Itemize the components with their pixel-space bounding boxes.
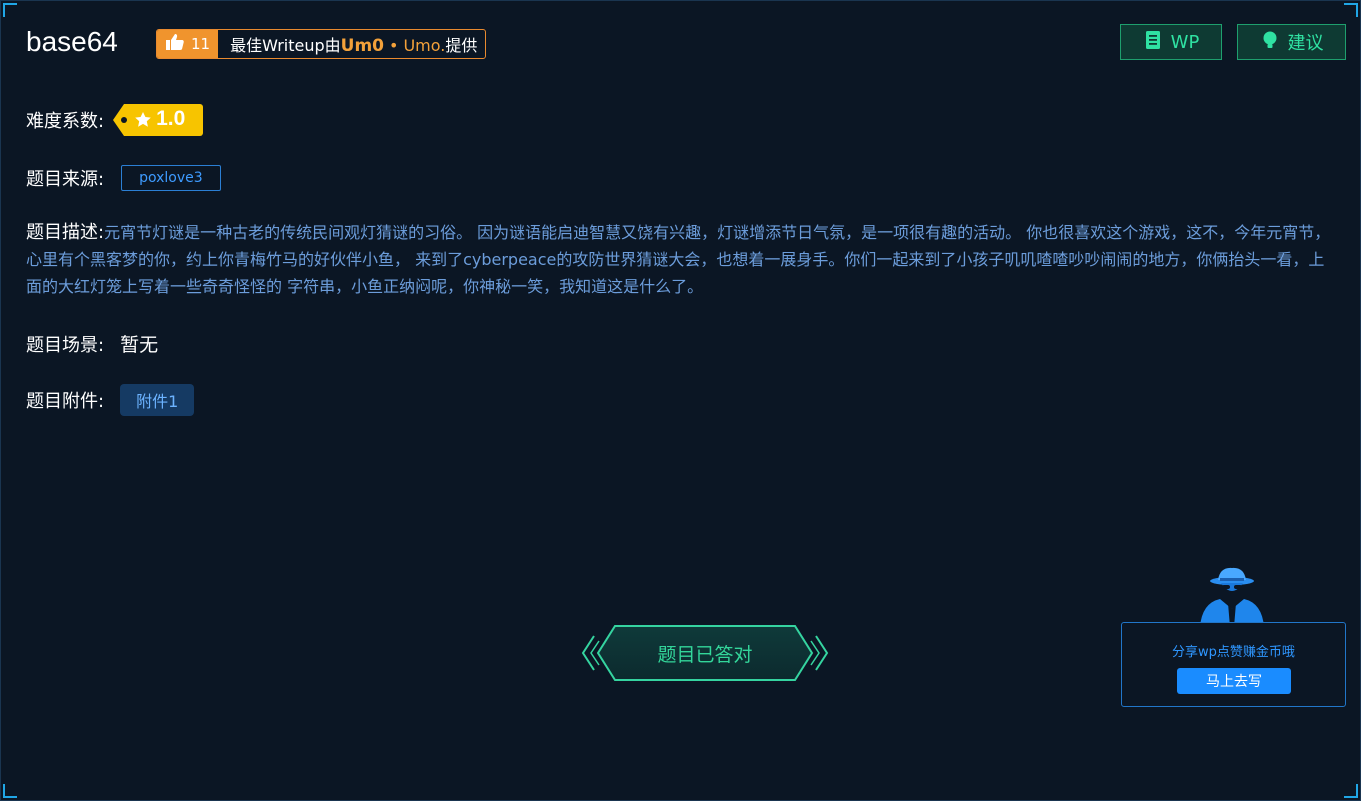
like-counter[interactable]: 11 — [157, 30, 219, 58]
advice-button[interactable]: 建议 — [1237, 24, 1346, 60]
frame-corner — [1344, 3, 1358, 17]
separator-dot: • — [389, 36, 399, 55]
writeup-suffix: 提供 — [445, 36, 478, 55]
like-count: 11 — [191, 35, 211, 53]
source-tag[interactable]: poxlove3 — [121, 165, 221, 191]
solved-status-button[interactable]: 题目已答对 — [580, 623, 830, 683]
document-icon — [1143, 30, 1163, 55]
frame-corner — [3, 3, 17, 17]
hacker-avatar-icon — [1194, 565, 1270, 627]
difficulty-badge: 1.0 — [112, 103, 204, 137]
difficulty-value: 1.0 — [156, 107, 186, 130]
advice-button-label: 建议 — [1287, 33, 1324, 54]
frame-corner — [3, 784, 17, 798]
scene-label: 题目场景: — [26, 334, 105, 356]
scene-row: 题目场景: 暂无 — [26, 330, 158, 357]
description-block: 题目描述:元宵节灯谜是一种古老的传统民间观灯猜谜的习俗。 因为谜语能启迪智慧又饶… — [26, 219, 1336, 300]
share-text: 分享wp点赞赚金币哦 — [1172, 645, 1295, 660]
source-label: 题目来源: — [26, 169, 105, 190]
attachment-row: 题目附件: 附件1 — [26, 384, 195, 416]
writeup-author-team[interactable]: Umo. — [403, 36, 445, 55]
wp-button[interactable]: WP — [1120, 24, 1222, 60]
frame-corner — [1344, 784, 1358, 798]
attachment-button[interactable]: 附件1 — [120, 384, 195, 416]
description-label: 题目描述: — [26, 222, 105, 243]
difficulty-label: 难度系数: — [26, 111, 105, 132]
write-now-button[interactable]: 马上去写 — [1177, 668, 1291, 694]
solved-label: 题目已答对 — [657, 644, 753, 666]
wp-button-label: WP — [1170, 31, 1200, 53]
best-writeup-banner[interactable]: 11 最佳Writeup由 Um0 • Umo. 提供 — [156, 29, 487, 59]
difficulty-row: 难度系数: 1.0 — [26, 103, 204, 137]
attachment-label: 题目附件: — [26, 391, 105, 412]
challenge-title: base64 — [26, 26, 118, 57]
description-text: 元宵节灯谜是一种古老的传统民间观灯猜谜的习俗。 因为谜语能启迪智慧又饶有兴趣，灯… — [26, 223, 1331, 296]
writeup-prefix: 最佳Writeup由 — [230, 36, 341, 55]
share-writeup-card: 分享wp点赞赚金币哦 马上去写 — [1121, 622, 1346, 707]
scene-value: 暂无 — [120, 334, 159, 356]
source-row: 题目来源: poxlove3 — [26, 165, 221, 191]
writeup-credit: 最佳Writeup由 Um0 • Umo. 提供 — [218, 32, 485, 56]
lightbulb-icon — [1260, 30, 1280, 55]
thumbs-up-icon — [165, 33, 185, 55]
writeup-author[interactable]: Um0 — [341, 36, 384, 56]
